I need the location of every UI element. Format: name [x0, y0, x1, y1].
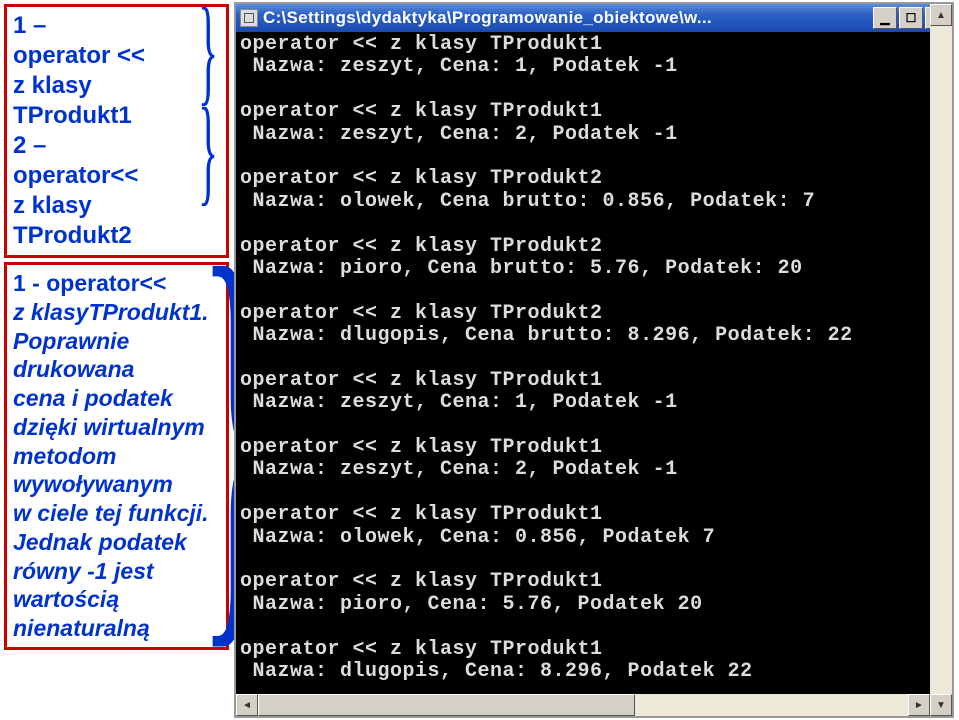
- text: z klasy: [13, 71, 220, 101]
- text: 1 –: [13, 11, 220, 41]
- text: wartością: [13, 585, 220, 614]
- console-window: C:\Settings\dydaktyka\Programowanie_obie…: [234, 2, 954, 718]
- text: TProdukt2: [13, 221, 220, 251]
- console-output: operator << z klasy TProdukt1 Nazwa: zes…: [236, 32, 952, 694]
- app-icon: [240, 9, 258, 27]
- text: Jednak podatek: [13, 528, 220, 557]
- text: operator<<: [13, 161, 220, 191]
- annotation-box-1: 1 – operator << z klasy TProdukt1 2 – op…: [4, 4, 229, 258]
- text: z klasyTProdukt1.: [13, 298, 220, 327]
- scroll-right-button[interactable]: ►: [908, 694, 930, 716]
- window-title: C:\Settings\dydaktyka\Programowanie_obie…: [263, 8, 873, 28]
- text: dzięki wirtualnym: [13, 413, 220, 442]
- window-body: operator << z klasy TProdukt1 Nazwa: zes…: [236, 32, 952, 694]
- text: drukowana: [13, 355, 220, 384]
- horizontal-scrollbar[interactable]: ◄ ►: [236, 694, 952, 716]
- text: nienaturalną: [13, 614, 220, 643]
- text: metodom: [13, 442, 220, 471]
- minimize-button[interactable]: ▁: [873, 7, 897, 29]
- scroll-up-button[interactable]: ▲: [930, 4, 952, 26]
- scroll-down-button[interactable]: ▼: [930, 694, 952, 716]
- text: 2 –: [13, 131, 220, 161]
- text: 1 - operator<<: [13, 269, 220, 298]
- minimize-icon: ▁: [880, 11, 889, 25]
- vertical-scrollbar[interactable]: ▲ ▼: [930, 4, 952, 716]
- text: w ciele tej funkcji.: [13, 499, 220, 528]
- annotation-column: 1 – operator << z klasy TProdukt1 2 – op…: [4, 4, 229, 654]
- text: wywoływanym: [13, 470, 220, 499]
- scroll-track[interactable]: [930, 26, 952, 694]
- text: z klasy: [13, 191, 220, 221]
- annotation-box-2: 1 - operator<< z klasyTProdukt1. Poprawn…: [4, 262, 229, 650]
- scroll-track[interactable]: [258, 694, 908, 716]
- text: cena i podatek: [13, 384, 220, 413]
- maximize-icon: ☐: [906, 11, 917, 25]
- scroll-thumb[interactable]: [258, 694, 635, 716]
- text: Poprawnie: [13, 327, 220, 356]
- text: operator <<: [13, 41, 220, 71]
- text: TProdukt1: [13, 101, 220, 131]
- scroll-left-button[interactable]: ◄: [236, 694, 258, 716]
- titlebar[interactable]: C:\Settings\dydaktyka\Programowanie_obie…: [236, 4, 952, 32]
- text: równy -1 jest: [13, 557, 220, 586]
- maximize-button[interactable]: ☐: [899, 7, 923, 29]
